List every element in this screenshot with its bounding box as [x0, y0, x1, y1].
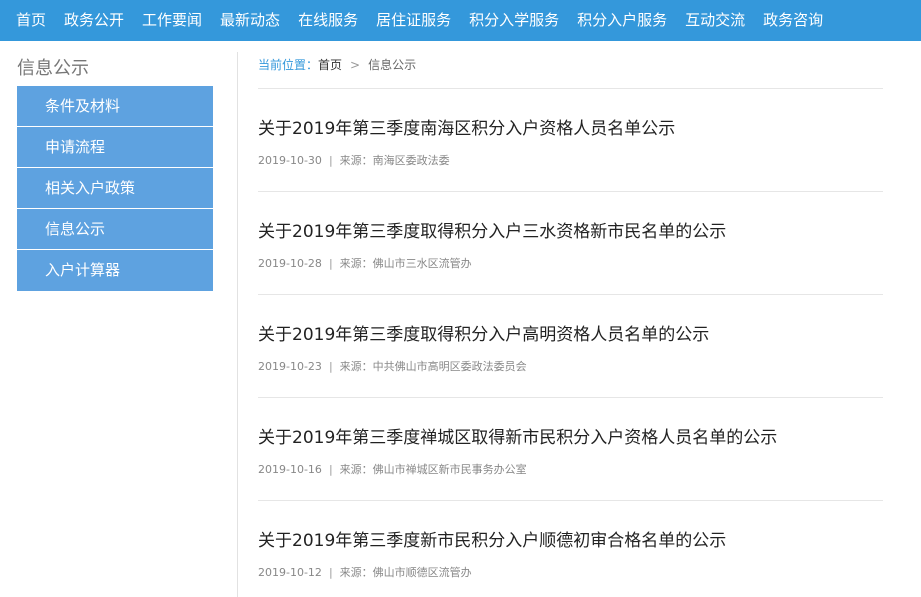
nav-item-consultation[interactable]: 政务咨询: [763, 0, 823, 41]
sidebar-menu: 条件及材料 申请流程 相关入户政策 信息公示 入户计算器: [17, 86, 213, 291]
article-source: 来源：佛山市三水区流管办: [339, 257, 472, 270]
article-meta: 2019-10-28 | 来源：佛山市三水区流管办: [258, 255, 472, 271]
sidebar-item-application-process[interactable]: 申请流程: [17, 127, 213, 168]
nav-item-points-household[interactable]: 积分入户服务: [577, 0, 667, 41]
nav-item-home[interactable]: 首页: [16, 0, 46, 41]
article-title-link[interactable]: 关于2019年第三季度禅城区取得新市民积分入户资格人员名单的公示: [258, 423, 777, 448]
article-title-link[interactable]: 关于2019年第三季度新市民积分入户顺德初审合格名单的公示: [258, 526, 726, 551]
article-title-link[interactable]: 关于2019年第三季度取得积分入户高明资格人员名单的公示: [258, 320, 709, 345]
list-item: 关于2019年第三季度取得积分入户三水资格新市民名单的公示 2019-10-28…: [258, 192, 883, 295]
meta-separator: |: [328, 565, 333, 579]
article-meta: 2019-10-23 | 来源：中共佛山市高明区委政法委员会: [258, 358, 527, 374]
article-meta: 2019-10-12 | 来源：佛山市顺德区流管办: [258, 564, 472, 580]
article-meta: 2019-10-16 | 来源：佛山市禅城区新市民事务办公室: [258, 461, 527, 477]
list-item: 关于2019年第三季度取得积分入户高明资格人员名单的公示 2019-10-23 …: [258, 295, 883, 398]
meta-separator: |: [328, 462, 333, 476]
meta-separator: |: [328, 359, 333, 373]
article-date: 2019-10-16: [258, 462, 322, 476]
sidebar-item-info-publicity[interactable]: 信息公示: [17, 209, 213, 250]
breadcrumb-home-link[interactable]: 首页: [318, 52, 342, 78]
top-nav-bar: 首页 政务公开 工作要闻 最新动态 在线服务 居住证服务 积分入学服务 积分入户…: [0, 0, 921, 41]
main-content: 当前位置： 首页 > 信息公示 关于2019年第三季度南海区积分入户资格人员名单…: [258, 52, 883, 597]
sidebar-item-calculator[interactable]: 入户计算器: [17, 250, 213, 291]
article-date: 2019-10-28: [258, 256, 322, 270]
article-date: 2019-10-23: [258, 359, 322, 373]
sidebar-item-conditions-materials[interactable]: 条件及材料: [17, 86, 213, 127]
breadcrumb: 当前位置： 首页 > 信息公示: [258, 52, 883, 78]
sidebar: 信息公示 条件及材料 申请流程 相关入户政策 信息公示 入户计算器: [17, 52, 213, 291]
breadcrumb-separator-icon: >: [350, 58, 361, 72]
article-source: 来源：佛山市顺德区流管办: [339, 566, 472, 579]
breadcrumb-label: 当前位置：: [258, 58, 319, 72]
list-item: 关于2019年第三季度南海区积分入户资格人员名单公示 2019-10-30 | …: [258, 89, 883, 192]
article-list: 关于2019年第三季度南海区积分入户资格人员名单公示 2019-10-30 | …: [258, 89, 883, 597]
article-source: 来源：中共佛山市高明区委政法委员会: [339, 360, 527, 373]
nav-item-points-school-admission[interactable]: 积分入学服务: [469, 0, 559, 41]
nav-item-latest-updates[interactable]: 最新动态: [220, 0, 280, 41]
nav-item-online-services[interactable]: 在线服务: [298, 0, 358, 41]
article-date: 2019-10-30: [258, 153, 322, 167]
article-title-link[interactable]: 关于2019年第三季度取得积分入户三水资格新市民名单的公示: [258, 217, 726, 242]
article-date: 2019-10-12: [258, 565, 322, 579]
breadcrumb-current: 信息公示: [368, 58, 417, 72]
article-source: 来源：佛山市禅城区新市民事务办公室: [339, 463, 527, 476]
nav-item-gov-affairs-open[interactable]: 政务公开: [64, 0, 124, 41]
meta-separator: |: [328, 153, 333, 167]
article-source: 来源：南海区委政法委: [339, 154, 450, 167]
nav-item-residence-permit[interactable]: 居住证服务: [376, 0, 451, 41]
sidebar-item-related-policies[interactable]: 相关入户政策: [17, 168, 213, 209]
nav-item-interaction[interactable]: 互动交流: [685, 0, 745, 41]
list-item: 关于2019年第三季度新市民积分入户顺德初审合格名单的公示 2019-10-12…: [258, 501, 883, 597]
article-meta: 2019-10-30 | 来源：南海区委政法委: [258, 152, 450, 168]
vertical-divider: [237, 52, 238, 597]
list-item: 关于2019年第三季度禅城区取得新市民积分入户资格人员名单的公示 2019-10…: [258, 398, 883, 501]
sidebar-title: 信息公示: [17, 58, 89, 79]
meta-separator: |: [328, 256, 333, 270]
nav-item-work-news[interactable]: 工作要闻: [142, 0, 202, 41]
article-title-link[interactable]: 关于2019年第三季度南海区积分入户资格人员名单公示: [258, 114, 675, 139]
